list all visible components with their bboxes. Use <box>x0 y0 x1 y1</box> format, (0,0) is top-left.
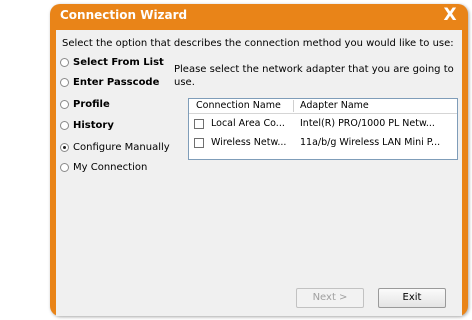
option-configure-manually[interactable]: Configure Manually <box>60 142 170 153</box>
prompt-text: Select the option that describes the con… <box>62 38 454 49</box>
option-select-from-list[interactable]: Select From List <box>60 57 164 68</box>
connection-wizard-window: Connection Wizard X Select the option th… <box>50 4 468 316</box>
option-label: Profile <box>73 99 110 110</box>
option-label: Configure Manually <box>73 142 170 153</box>
row-checkbox[interactable] <box>194 119 204 129</box>
table-row[interactable]: Local Area Co... Intel(R) PRO/1000 PL Ne… <box>189 116 457 134</box>
column-header-connection-name[interactable]: Connection Name <box>196 100 281 111</box>
row-checkbox[interactable] <box>194 138 204 148</box>
radio-button-icon[interactable] <box>60 58 69 67</box>
connection-name-cell: Wireless Netw... <box>211 137 287 148</box>
option-label: Enter Passcode <box>73 77 160 88</box>
option-enter-passcode[interactable]: Enter Passcode <box>60 77 159 88</box>
option-history[interactable]: History <box>60 120 114 131</box>
option-profile[interactable]: Profile <box>60 99 110 110</box>
column-divider[interactable] <box>293 100 294 112</box>
adapter-table: Connection Name Adapter Name Local Area … <box>188 98 458 160</box>
connection-name-cell: Local Area Co... <box>211 118 285 129</box>
table-row[interactable]: Wireless Netw... 11a/b/g Wireless LAN Mi… <box>189 135 457 153</box>
window-title: Connection Wizard <box>60 8 188 22</box>
next-button[interactable]: Next > <box>296 288 364 308</box>
option-label: My Connection <box>73 162 148 173</box>
option-label: History <box>73 120 114 131</box>
radio-button-icon[interactable] <box>60 78 69 87</box>
adapter-name-cell: 11a/b/g Wireless LAN Mini P... <box>300 137 441 148</box>
option-label: Select From List <box>73 57 164 68</box>
exit-button[interactable]: Exit <box>378 288 446 308</box>
radio-button-icon[interactable] <box>60 163 69 172</box>
table-header: Connection Name Adapter Name <box>189 99 457 114</box>
wizard-panel: Select the option that describes the con… <box>56 30 462 316</box>
radio-button-icon[interactable] <box>60 121 69 130</box>
close-icon[interactable]: X <box>439 5 461 25</box>
adapter-name-cell: Intel(R) PRO/1000 PL Netw... <box>300 118 435 129</box>
radio-button-selected-icon[interactable] <box>60 143 69 152</box>
column-header-adapter-name[interactable]: Adapter Name <box>300 100 369 111</box>
adapter-instruction: Please select the network adapter that y… <box>174 64 454 88</box>
radio-button-icon[interactable] <box>60 100 69 109</box>
option-my-connection[interactable]: My Connection <box>60 162 147 173</box>
